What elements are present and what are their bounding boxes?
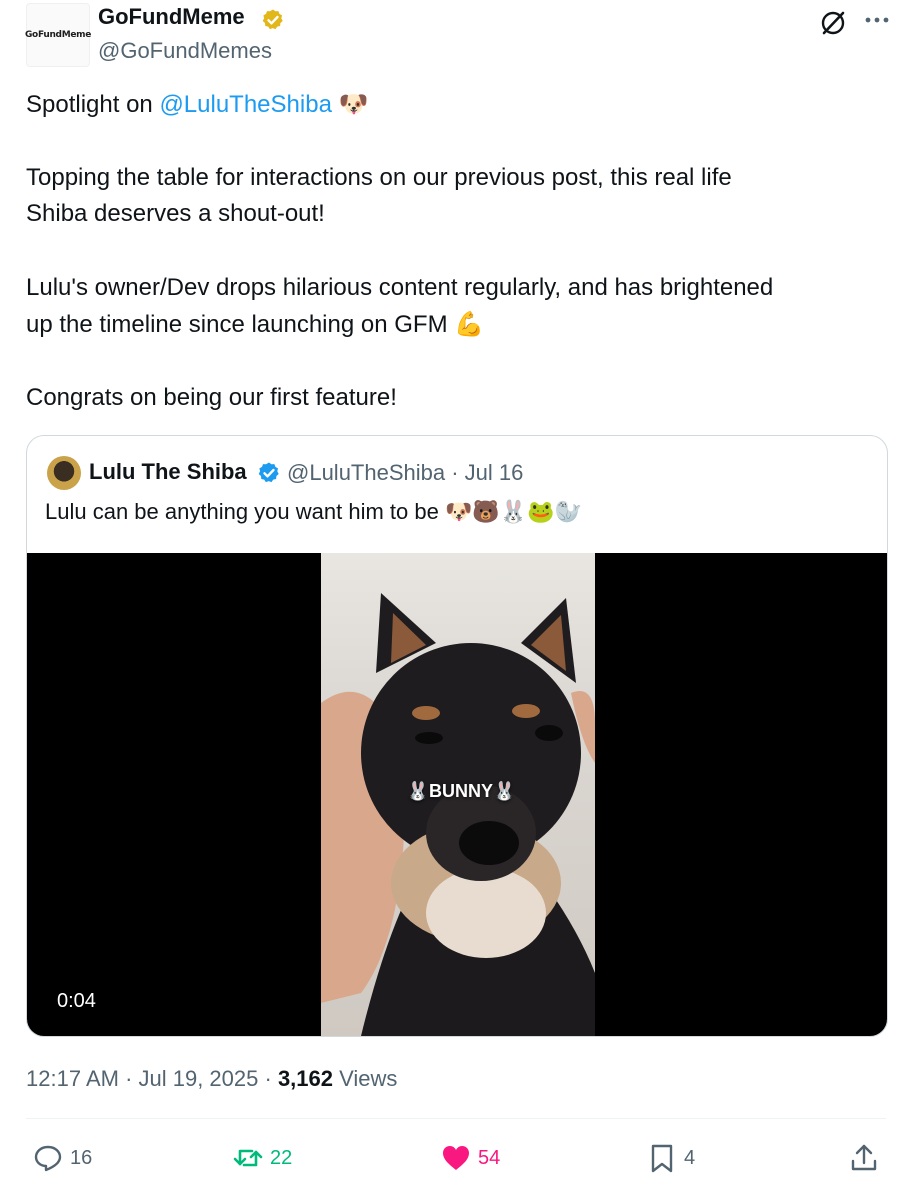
verified-gold-badge-icon — [262, 9, 283, 30]
author-avatar[interactable]: GoFundMeme — [24, 3, 92, 67]
heart-icon — [443, 1146, 469, 1170]
dog-emoji: 🐶 — [338, 90, 369, 118]
author-handle[interactable]: @GoFundMemes — [98, 38, 272, 64]
divider — [26, 1118, 886, 1119]
tweet-text-line: Spotlight on @LuluTheShiba 🐶 — [26, 86, 368, 123]
quoted-tweet-text: Lulu can be anything you want him to be … — [45, 499, 582, 525]
share-button[interactable] — [848, 1138, 880, 1178]
tweet-timestamp[interactable]: 12:17 AM · Jul 19, 2025 · — [26, 1066, 278, 1091]
video-player[interactable]: 🐰BUNNY🐰 0:04 — [27, 553, 887, 1036]
tweet-meta: 12:17 AM · Jul 19, 2025 · 3,162 Views — [26, 1066, 397, 1092]
quoted-tweet-card[interactable]: Lulu The Shiba @LuluTheShiba · Jul 16 Lu… — [26, 435, 888, 1037]
reply-button[interactable]: 16 — [32, 1138, 92, 1178]
animal-emojis: 🐶🐻🐰🐸🦭 — [444, 500, 582, 525]
video-caption-overlay: 🐰BUNNY🐰 — [406, 781, 516, 801]
tweet-text-line: Congrats on being our first feature! — [26, 384, 397, 411]
video-frame: 🐰BUNNY🐰 — [321, 553, 595, 1036]
tweet-text-line: up the timeline since launching on GFM 💪 — [26, 306, 484, 343]
bookmark-count: 4 — [684, 1146, 696, 1169]
reply-count: 16 — [70, 1146, 93, 1169]
quoted-author-avatar[interactable] — [47, 456, 81, 490]
like-count: 54 — [478, 1146, 501, 1169]
more-options-icon[interactable] — [862, 8, 892, 32]
video-duration: 0:04 — [57, 990, 96, 1012]
tweet-text-line: Topping the table for interactions on ou… — [26, 164, 732, 191]
grok-icon[interactable] — [818, 8, 848, 38]
views-count: 3,162 — [277, 1066, 333, 1091]
quoted-author-handle-date[interactable]: @LuluTheShiba · Jul 16 — [287, 460, 523, 486]
retweet-icon — [233, 1149, 263, 1167]
author-display-name[interactable]: GoFundMeme — [98, 4, 245, 30]
like-button[interactable]: 54 — [440, 1138, 500, 1178]
reply-icon — [34, 1145, 62, 1172]
flexed-biceps-emoji: 💪 — [454, 310, 485, 338]
views-label: Views — [333, 1066, 398, 1091]
tweet-text-segment: up the timeline since launching on GFM — [26, 311, 448, 338]
quoted-text: Lulu can be anything you want him to be — [45, 499, 439, 524]
avatar-logo-text: GoFundMeme — [24, 30, 92, 40]
tweet-text-line: Lulu's owner/Dev drops hilarious content… — [26, 274, 774, 301]
bookmark-button[interactable]: 4 — [646, 1138, 695, 1178]
quoted-author-name[interactable]: Lulu The Shiba — [89, 459, 247, 485]
retweet-button[interactable]: 22 — [232, 1138, 292, 1178]
mention-link[interactable]: @LuluTheShiba — [159, 91, 331, 118]
bookmark-icon — [651, 1144, 673, 1173]
tweet-text-line: Shiba deserves a shout-out! — [26, 200, 325, 227]
share-icon — [851, 1144, 877, 1171]
verified-blue-badge-icon — [258, 462, 279, 483]
tweet-text-prefix: Spotlight on — [26, 91, 160, 118]
retweet-count: 22 — [270, 1146, 293, 1169]
